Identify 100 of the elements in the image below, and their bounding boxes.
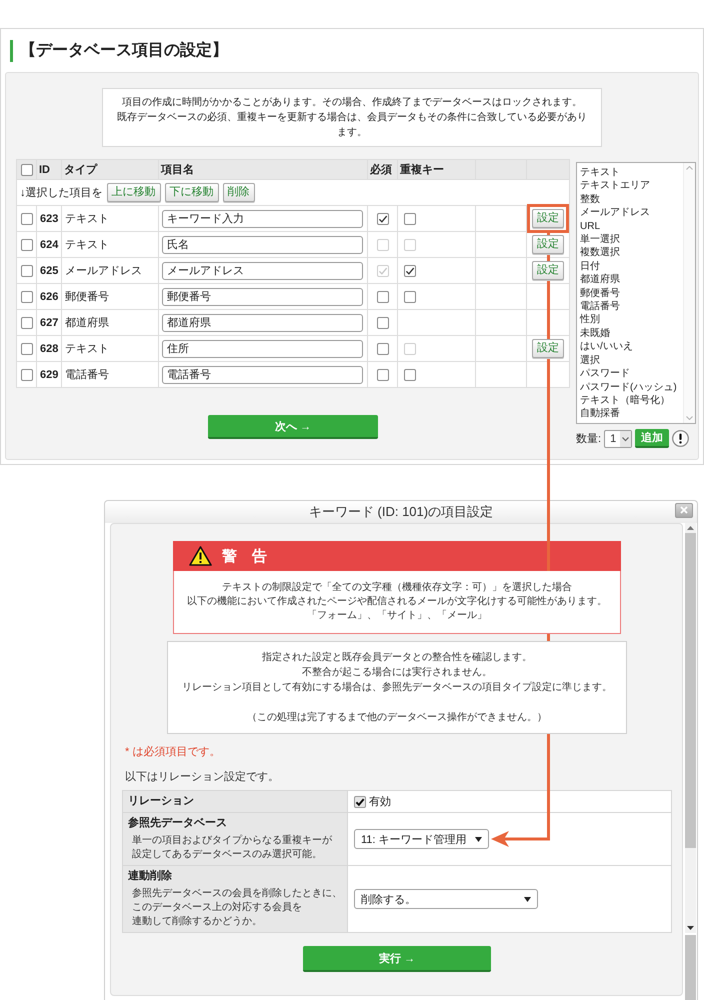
type-cell: メールアドレス (62, 258, 158, 284)
field-label: 参照先データベース (128, 816, 228, 831)
dialog-title: キーワード (ID: 101)の項目設定 (308, 503, 494, 521)
checkbox[interactable] (404, 368, 416, 381)
settings-button[interactable]: 設定 (532, 209, 564, 228)
column-header: 重複キー (398, 160, 476, 180)
scrollbar-thumb[interactable] (685, 935, 696, 1000)
required-note: * は必須項目です。 (125, 746, 222, 759)
field-description: 参照先データベースの会員を削除したときに、 このデータベース上の対応する会員を 連動して削除するかどうか。 (131, 887, 342, 929)
list-item[interactable]: 都道府県 (580, 273, 683, 287)
exclamation-icon[interactable] (672, 430, 690, 447)
list-item[interactable]: 複数選択 (580, 246, 683, 260)
type-cell: 郵便番号 (62, 284, 158, 310)
field-label: 連動削除 (128, 869, 173, 884)
item-name-field[interactable]: 都道府県 (162, 314, 363, 332)
warning-title: 警 告 (222, 546, 267, 566)
id-cell: 623 (36, 206, 62, 232)
relation-intro: 以下はリレーション設定です。 (125, 771, 280, 784)
list-item[interactable]: 日付 (580, 260, 683, 274)
settings-button[interactable]: 設定 (532, 339, 564, 358)
checkbox[interactable] (20, 264, 32, 277)
settings-button[interactable]: 設定 (532, 261, 564, 280)
id-cell: 625 (36, 258, 62, 284)
list-item[interactable]: 未既婚 (580, 326, 683, 340)
item-name-field[interactable]: 電話番号 (162, 366, 363, 384)
list-item[interactable]: はい/いいえ (580, 340, 683, 354)
checkbox[interactable] (404, 290, 416, 303)
type-cell: 都道府県 (62, 310, 158, 336)
checkbox[interactable] (20, 212, 32, 225)
list-item[interactable]: パスワード (580, 367, 683, 380)
scroll-down-icon[interactable] (687, 926, 694, 930)
bulk-action-button[interactable]: 下に移動 (164, 183, 218, 202)
list-item[interactable]: テキストエリア (580, 179, 683, 193)
list-item[interactable]: URL (580, 220, 683, 234)
bulk-action-button[interactable]: 上に移動 (106, 183, 160, 202)
column-header: タイプ (62, 160, 158, 180)
checkbox[interactable] (376, 212, 388, 225)
bulk-action-label: ↓選択した項目を (20, 186, 102, 200)
list-item[interactable]: テキスト (580, 166, 683, 180)
checkbox[interactable] (20, 164, 32, 176)
settings-button[interactable]: 設定 (532, 235, 564, 254)
field-label: リレーション (128, 794, 195, 809)
item-name-field[interactable]: メールアドレス (162, 262, 363, 280)
select-field[interactable]: 11: キーワード管理用 (354, 829, 489, 849)
checkbox[interactable] (20, 316, 32, 329)
bulk-action-button[interactable]: 削除 (222, 183, 254, 202)
quantity-select[interactable]: 1 (604, 430, 632, 448)
item-name-field[interactable]: 郵便番号 (162, 288, 363, 306)
list-item[interactable]: 自動採番 (580, 407, 683, 421)
checkbox[interactable] (20, 290, 32, 303)
type-cell: 電話番号 (62, 362, 158, 388)
checkbox[interactable] (376, 342, 388, 355)
item-name-field[interactable]: キーワード入力 (162, 210, 363, 228)
scroll-up-icon[interactable] (687, 526, 694, 530)
warning-text: テキストの制限設定で「全ての文字種（機種依存文字：可）」を選択した場合 以下の機能において作成されたページや配信されるメールが文字化けする可能性があります。 「フォーム」、「サイト」、「メール」 (173, 571, 621, 634)
list-item[interactable]: 電話番号 (580, 300, 683, 314)
item-name-field[interactable]: 住所 (162, 340, 363, 358)
chevron-down-icon (620, 430, 632, 446)
checkbox[interactable] (376, 368, 388, 381)
page-title: 【データベース項目の設定】 (10, 40, 228, 62)
column-header: ID (36, 160, 62, 180)
checkbox[interactable] (376, 290, 388, 303)
checkbox[interactable] (354, 796, 366, 808)
column-header: 項目名 (158, 160, 368, 180)
list-item[interactable]: 性別 (580, 313, 683, 327)
close-icon (680, 506, 688, 514)
checkbox[interactable] (20, 368, 32, 381)
checkbox[interactable] (404, 212, 416, 225)
list-item[interactable]: 郵便番号 (580, 286, 683, 300)
id-cell: 626 (36, 284, 62, 310)
checkbox[interactable] (404, 264, 416, 277)
checkbox[interactable] (20, 342, 32, 355)
list-item[interactable]: メールアドレス (580, 206, 683, 220)
checkbox[interactable] (376, 316, 388, 329)
field-description: 単一の項目およびタイプからなる重複キーが 設定してあるデータベースのみ選択可能。 (131, 834, 333, 862)
scrollbar-track[interactable] (683, 163, 695, 423)
list-item[interactable]: 整数 (580, 192, 683, 206)
list-item[interactable]: 単一選択 (580, 233, 683, 246)
list-item[interactable]: 選択 (580, 354, 683, 368)
scrollbar-thumb[interactable] (685, 533, 696, 848)
list-item[interactable]: テキスト（暗号化） (580, 394, 683, 408)
item-name-field[interactable]: 氏名 (162, 236, 363, 254)
info-text: （この処理は完了するまで他のデータベース操作ができません。） (246, 710, 548, 725)
select-field[interactable]: 削除する。 (354, 889, 538, 909)
checkbox[interactable] (20, 238, 32, 251)
id-cell: 629 (36, 362, 62, 388)
id-cell: 628 (36, 336, 62, 362)
quantity-label: 数量: (576, 432, 602, 446)
close-button[interactable] (675, 502, 693, 518)
info-text: 指定された設定と既存会員データとの整合性を確認します。 不整合が起こる場合には実行されません。 リレーション項目として有効にする場合は、参照先データベースの項目タイプ設定に準じます。 (181, 650, 613, 695)
type-cell: テキスト (62, 336, 158, 362)
type-cell: テキスト (62, 206, 158, 232)
warning-icon (189, 546, 212, 566)
checkbox-label: 有効 (369, 795, 391, 809)
scroll-up-icon[interactable] (686, 166, 693, 170)
caret-icon (524, 896, 531, 902)
scrollbar-track[interactable] (685, 523, 696, 933)
list-item[interactable]: パスワード(ハッシュ) (580, 380, 683, 394)
id-cell: 624 (36, 232, 62, 258)
type-listbox[interactable]: テキスト テキストエリア 整数 メールアドレス URL 単一選択 複数選択 日付 都道府県 郵便番号 電話番号 性別 未既婚 はい/いいえ 選択 パスワード パスワード(ハッシュ) テキスト（暗号化） 自動採番 (576, 162, 696, 424)
